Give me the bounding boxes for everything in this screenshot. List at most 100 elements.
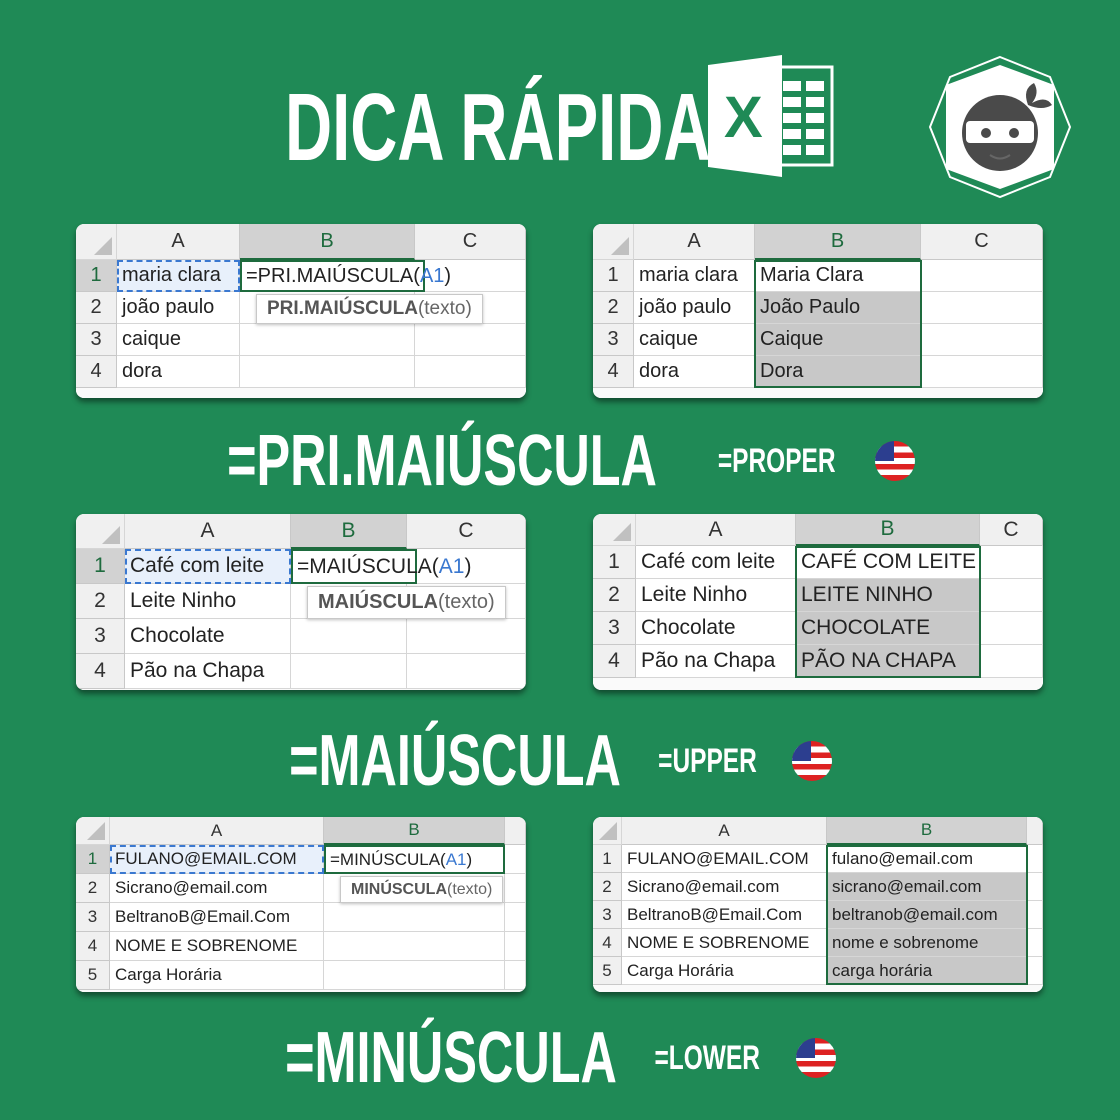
cell-b2[interactable]: sicrano@email.com <box>827 873 1027 901</box>
select-all-corner[interactable] <box>76 224 117 260</box>
cell-c3[interactable] <box>1027 901 1043 929</box>
cell-a1[interactable]: maria clara <box>634 260 755 292</box>
cell-c4[interactable] <box>980 645 1043 678</box>
cell-a2[interactable]: Leite Ninho <box>125 584 291 619</box>
row-header[interactable]: 1 <box>593 546 636 579</box>
row-header[interactable]: 1 <box>593 845 622 873</box>
cell-a1[interactable]: maria clara <box>117 260 240 292</box>
cell-b3[interactable] <box>324 903 505 932</box>
column-header-b[interactable]: B <box>291 514 407 549</box>
cell-a4[interactable]: NOME E SOBRENOME <box>110 932 324 961</box>
row-header[interactable]: 3 <box>76 619 125 654</box>
column-header-a[interactable]: A <box>636 514 796 546</box>
cell-a4[interactable]: dora <box>634 356 755 388</box>
column-header-next[interactable] <box>1027 817 1043 845</box>
cell-b4[interactable] <box>324 932 505 961</box>
row-header[interactable]: 2 <box>593 873 622 901</box>
column-header-a[interactable]: A <box>117 224 240 260</box>
cell-b3[interactable] <box>291 619 407 654</box>
cell-c1[interactable] <box>980 546 1043 579</box>
row-header[interactable]: 5 <box>593 957 622 985</box>
cell-a2[interactable]: Sicrano@email.com <box>622 873 827 901</box>
formula-cell-b1[interactable]: =PRI.MAIÚSCULA(A1) <box>240 260 451 292</box>
cell-b3[interactable]: Caique <box>755 324 921 356</box>
formula-cell-b1[interactable]: =MINÚSCULA(A1) <box>324 845 505 874</box>
cell-b3[interactable]: beltranob@email.com <box>827 901 1027 929</box>
cell-c3[interactable] <box>980 612 1043 645</box>
row-header[interactable]: 1 <box>76 845 110 874</box>
cell-c3[interactable] <box>407 619 526 654</box>
cell-a1[interactable]: Café com leite <box>636 546 796 579</box>
cell-a2[interactable]: joão paulo <box>634 292 755 324</box>
cell-a2[interactable]: Leite Ninho <box>636 579 796 612</box>
column-header-c[interactable]: C <box>921 224 1043 260</box>
cell-a3[interactable]: caique <box>634 324 755 356</box>
cell-a5[interactable]: Carga Horária <box>110 961 324 990</box>
row-header[interactable]: 3 <box>593 901 622 929</box>
cell-b4[interactable] <box>240 356 415 388</box>
cell-b4[interactable]: nome e sobrenome <box>827 929 1027 957</box>
column-header-b[interactable]: B <box>755 224 921 260</box>
cell-c3[interactable] <box>921 324 1043 356</box>
column-header-a[interactable]: A <box>110 817 324 845</box>
cell-c4[interactable] <box>921 356 1043 388</box>
row-header[interactable]: 4 <box>76 356 117 388</box>
row-header[interactable]: 3 <box>76 903 110 932</box>
cell-b3[interactable]: CHOCOLATE <box>796 612 980 645</box>
select-all-corner[interactable] <box>593 514 636 546</box>
cell-a4[interactable]: NOME E SOBRENOME <box>622 929 827 957</box>
row-header[interactable]: 4 <box>76 932 110 961</box>
cell-a4[interactable]: dora <box>117 356 240 388</box>
cell-a3[interactable]: Chocolate <box>636 612 796 645</box>
cell-c4[interactable] <box>415 356 526 388</box>
cell-a2[interactable]: joão paulo <box>117 292 240 324</box>
cell-a3[interactable]: Chocolate <box>125 619 291 654</box>
cell-c3[interactable] <box>415 324 526 356</box>
cell-c4[interactable] <box>1027 929 1043 957</box>
row-header[interactable]: 1 <box>593 260 634 292</box>
cell-c1[interactable] <box>921 260 1043 292</box>
cell-c2[interactable] <box>980 579 1043 612</box>
select-all-corner[interactable] <box>593 224 634 260</box>
cell-b5[interactable]: carga horária <box>827 957 1027 985</box>
column-header-c[interactable]: C <box>407 514 526 549</box>
column-header-c[interactable]: C <box>980 514 1043 546</box>
cell-b3[interactable] <box>240 324 415 356</box>
cell-b1[interactable]: fulano@email.com <box>827 845 1027 873</box>
cell-c2[interactable] <box>1027 873 1043 901</box>
tooltip-function-name[interactable]: MINÚSCULA <box>351 881 447 899</box>
row-header[interactable]: 3 <box>593 612 636 645</box>
row-header[interactable]: 4 <box>593 929 622 957</box>
cell-a2[interactable]: Sicrano@email.com <box>110 874 324 903</box>
cell-b4[interactable] <box>291 654 407 689</box>
cell-b4[interactable]: PÃO NA CHAPA <box>796 645 980 678</box>
row-header[interactable]: 1 <box>76 549 125 584</box>
cell-c1[interactable] <box>505 845 526 874</box>
column-header-b[interactable]: B <box>796 514 980 546</box>
row-header[interactable]: 3 <box>76 324 117 356</box>
cell-c1[interactable] <box>1027 845 1043 873</box>
select-all-corner[interactable] <box>593 817 622 845</box>
cell-a1[interactable]: Café com leite <box>125 549 291 584</box>
cell-a4[interactable]: Pão na Chapa <box>636 645 796 678</box>
cell-c5[interactable] <box>1027 957 1043 985</box>
column-header-a[interactable]: A <box>125 514 291 549</box>
cell-c4[interactable] <box>505 932 526 961</box>
column-header-c[interactable]: C <box>415 224 526 260</box>
row-header[interactable]: 5 <box>76 961 110 990</box>
row-header[interactable]: 2 <box>76 584 125 619</box>
column-header-b[interactable]: B <box>240 224 415 260</box>
column-header-a[interactable]: A <box>622 817 827 845</box>
row-header[interactable]: 2 <box>76 874 110 903</box>
cell-b1[interactable]: Maria Clara <box>755 260 921 292</box>
column-header-b[interactable]: B <box>324 817 505 845</box>
cell-c2[interactable] <box>921 292 1043 324</box>
row-header[interactable]: 2 <box>76 292 117 324</box>
cell-a3[interactable]: BeltranoB@Email.Com <box>110 903 324 932</box>
cell-a1[interactable]: FULANO@EMAIL.COM <box>622 845 827 873</box>
cell-b5[interactable] <box>324 961 505 990</box>
row-header[interactable]: 3 <box>593 324 634 356</box>
select-all-corner[interactable] <box>76 514 125 549</box>
row-header[interactable]: 1 <box>76 260 117 292</box>
cell-c5[interactable] <box>505 961 526 990</box>
